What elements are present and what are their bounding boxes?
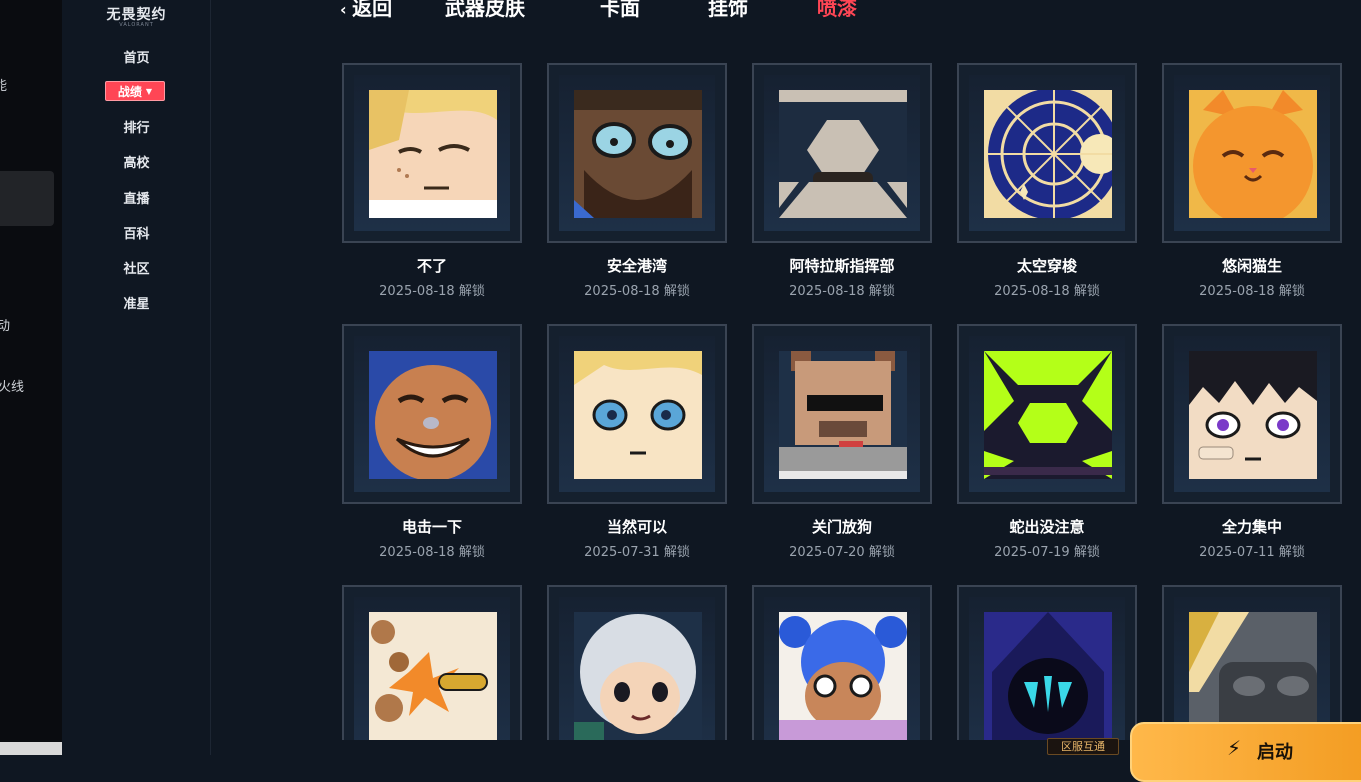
- spray-frame: [752, 324, 932, 504]
- spray-unlock-date: 2025-07-19 解锁: [994, 545, 1100, 560]
- silver-haired-agent-icon: [574, 612, 702, 740]
- spray-frame: [1162, 585, 1342, 740]
- sidebar: 无畏契约 VALORANT 首页 战绩 ▼ 排行 高校 直播 百科 社区 准星: [62, 0, 211, 755]
- spray-frame: [957, 324, 1137, 504]
- spray-frame: [1162, 63, 1342, 243]
- spray-frame: [342, 63, 522, 243]
- spray-frame: [1162, 324, 1342, 504]
- pixel-dog-icon: [779, 351, 907, 479]
- outer-side-highlight[interactable]: [0, 171, 54, 226]
- blue-haired-girl-icon: [779, 612, 907, 740]
- spray-frame: [752, 63, 932, 243]
- bullet-explosion-icon: [369, 612, 497, 740]
- spray-name: 阿特拉斯指挥部: [789, 257, 895, 275]
- sidebar-item-community[interactable]: 社区: [62, 258, 211, 277]
- space-dial-icon: [984, 90, 1112, 218]
- sidebar-item-home[interactable]: 首页: [62, 47, 211, 66]
- grinning-agent-icon: [369, 351, 497, 479]
- spray-name: 太空穿梭: [1016, 257, 1077, 275]
- spray-frame: [547, 63, 727, 243]
- spray-frame: [342, 585, 522, 740]
- spray-unlock-date: 2025-08-18 解锁: [379, 284, 485, 299]
- blue-eyed-agent-icon: [574, 351, 702, 479]
- gold-armor-icon: [1189, 612, 1317, 740]
- spray-frame: [752, 585, 932, 740]
- hooded-omen-icon: [984, 612, 1112, 740]
- spray-unlock-date: 2025-08-18 解锁: [994, 284, 1100, 299]
- spray-frame: [547, 324, 727, 504]
- spray-name: 蛇出没注意: [1009, 518, 1085, 536]
- outer-side-bottom-bar[interactable]: [0, 742, 62, 755]
- sidebar-item-college[interactable]: 高校: [62, 152, 211, 171]
- spray-unlock-date: 2025-07-31 解锁: [584, 545, 690, 560]
- spray-frame: [957, 63, 1137, 243]
- spray-name: 关门放狗: [811, 518, 872, 536]
- hexagon-emblem-icon: [779, 90, 907, 218]
- blonde-sleeping-face-icon: [369, 90, 497, 218]
- sidebar-item-record[interactable]: 战绩 ▼: [105, 81, 165, 101]
- outer-side-label[interactable]: 火线: [0, 376, 24, 395]
- spray-name: 不了: [416, 257, 447, 275]
- sidebar-item-crosshair[interactable]: 准星: [62, 293, 211, 312]
- spray-name: 电击一下: [401, 518, 462, 536]
- spray-name: 安全港湾: [606, 257, 667, 275]
- app-logo-subtitle: VALORANT: [119, 22, 154, 28]
- outer-side-label[interactable]: 动: [0, 315, 10, 334]
- orange-cat-icon: [1189, 90, 1317, 218]
- app-logo[interactable]: 无畏契约: [62, 4, 211, 24]
- outer-side-panel: 能 动 火线: [0, 0, 62, 755]
- spray-unlock-date: 2025-07-20 解锁: [789, 545, 895, 560]
- spray-unlock-date: 2025-08-18 解锁: [1199, 284, 1305, 299]
- outer-side-label[interactable]: 能: [0, 75, 7, 94]
- launch-button[interactable]: ⚡ 启动: [1130, 722, 1361, 782]
- green-hexagon-icon: [984, 351, 1112, 479]
- spray-frame: [547, 585, 727, 740]
- spray-unlock-date: 2025-07-11 解锁: [1199, 545, 1305, 560]
- sidebar-item-rank[interactable]: 排行: [62, 117, 211, 136]
- spray-grid: 不了 2025-08-18 解锁 安全港湾 2025-08-18 解锁 阿特拉斯…: [211, 0, 1361, 740]
- spray-name: 悠闲猫生: [1221, 257, 1282, 275]
- spray-unlock-date: 2025-08-18 解锁: [789, 284, 895, 299]
- sidebar-item-record-label: 战绩: [117, 84, 142, 99]
- spray-unlock-date: 2025-08-18 解锁: [379, 545, 485, 560]
- spray-frame: [342, 324, 522, 504]
- caret-down-icon: ▼: [145, 86, 153, 96]
- sidebar-item-wiki[interactable]: 百科: [62, 223, 211, 242]
- spray-name: 当然可以: [606, 518, 667, 536]
- spray-frame: [957, 585, 1137, 740]
- bearded-man-face-icon: [574, 90, 702, 218]
- spray-unlock-date: 2025-08-18 解锁: [584, 284, 690, 299]
- launch-label: 启动: [1257, 742, 1293, 763]
- spray-name: 全力集中: [1221, 518, 1282, 536]
- lightning-icon: ⚡: [1227, 736, 1242, 760]
- region-badge: 区服互通: [1047, 738, 1119, 755]
- purple-eyed-agent-icon: [1189, 351, 1317, 479]
- sidebar-item-live[interactable]: 直播: [62, 188, 211, 207]
